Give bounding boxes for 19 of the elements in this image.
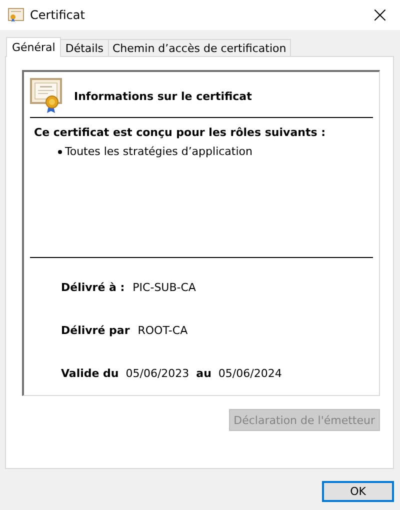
purpose-item: Toutes les stratégies d’application (65, 145, 252, 158)
purpose-heading: Ce certificat est conçu pour les rôles suivants : (34, 126, 326, 140)
section-heading: Informations sur le certificat (74, 90, 252, 102)
field-value: PIC-SUB-CA (132, 281, 196, 294)
field-value: 05/06/2024 (218, 367, 282, 380)
certificate-icon (8, 8, 24, 22)
field-label: Délivré par (61, 324, 130, 338)
field-label: Délivré à : (61, 281, 125, 294)
ok-button[interactable]: OK (322, 481, 394, 502)
close-button[interactable]: × (360, 0, 400, 30)
tab[interactable]: Chemin d’accès de certification (108, 39, 292, 56)
field-label: au (196, 367, 212, 380)
tab[interactable]: Général (6, 37, 62, 57)
field-value: ROOT-CA (138, 324, 188, 338)
certificate-icon (30, 78, 64, 114)
field-value: 05/06/2023 (126, 367, 190, 380)
field-label: Valide du (61, 367, 119, 380)
bullet-icon (58, 150, 62, 154)
window-title: Certificat (30, 8, 86, 22)
